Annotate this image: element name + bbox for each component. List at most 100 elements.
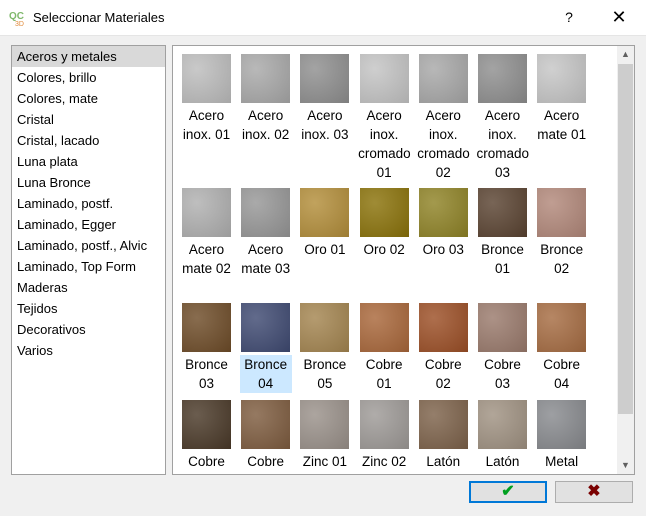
check-icon: ✔	[501, 483, 515, 500]
material-tile[interactable]: Cobre	[238, 396, 293, 471]
materials-panel: Acero inox. 01 Acero inox. 02 Acero inox. …	[172, 45, 635, 475]
app-logo-icon: QC 3D	[9, 11, 24, 27]
material-tile[interactable]: Cobre 04	[534, 299, 589, 393]
material-swatch	[359, 400, 409, 449]
material-label: Zinc 01	[302, 454, 348, 469]
material-label: Bronce 03	[185, 357, 228, 391]
material-swatch	[300, 54, 350, 103]
material-label: Acero inox. cromado 01	[358, 108, 411, 180]
material-tile[interactable]: Acero inox. cromado 02	[416, 50, 471, 182]
category-item[interactable]: Laminado, Top Form	[12, 256, 165, 277]
material-tile[interactable]: Acero mate 02	[179, 184, 234, 278]
material-tile[interactable]: Acero mate 01	[534, 50, 589, 144]
category-item[interactable]: Laminado, postf.	[12, 193, 165, 214]
material-swatch	[478, 54, 527, 103]
material-label: Bronce 05	[303, 357, 347, 391]
scroll-thumb[interactable]	[618, 64, 633, 414]
material-tile[interactable]: Cobre 02	[416, 299, 471, 393]
category-item[interactable]: Decorativos	[12, 319, 165, 340]
category-item[interactable]: Colores, mate	[12, 88, 165, 109]
material-label: Cobre	[188, 454, 225, 469]
category-item[interactable]: Varios	[12, 340, 165, 361]
scroll-up-icon[interactable]: ▲	[617, 46, 634, 63]
material-label: Oro 01	[304, 242, 346, 257]
material-tile[interactable]: Latón	[475, 396, 530, 471]
material-label: Cobre 04	[543, 357, 581, 391]
material-swatch	[418, 188, 468, 237]
material-tile[interactable]: Oro 01	[297, 184, 352, 259]
material-label: Bronce 01	[481, 242, 524, 276]
category-item[interactable]: Laminado, Egger	[12, 214, 165, 235]
material-tile[interactable]: Zinc 02	[357, 396, 412, 471]
material-tile[interactable]: Cobre 01	[357, 299, 412, 393]
material-label: Bronce 04	[239, 355, 292, 393]
material-swatch	[182, 54, 231, 103]
category-item[interactable]: Luna plata	[12, 151, 165, 172]
material-tile[interactable]: Metal	[534, 396, 589, 471]
material-tile[interactable]: Acero inox. cromado 01	[357, 50, 412, 182]
category-item[interactable]: Laminado, postf., Alvic	[12, 235, 165, 256]
vertical-scrollbar[interactable]: ▲ ▼	[617, 46, 634, 474]
material-label: Acero mate 03	[241, 242, 291, 276]
material-label: Acero inox. cromado 02	[417, 108, 470, 180]
material-swatch	[241, 188, 291, 237]
material-label: Cobre 01	[365, 357, 403, 391]
material-label: Zinc 02	[361, 454, 407, 469]
material-swatch	[300, 303, 350, 352]
material-label: Acero inox. 01	[182, 108, 231, 142]
category-item[interactable]: Luna Bronce	[12, 172, 165, 193]
material-label: Acero inox. 03	[301, 108, 349, 142]
category-list[interactable]: Aceros y metales Colores, brillo Colores, …	[11, 45, 166, 475]
material-swatch	[300, 188, 350, 237]
material-tile[interactable]: Acero inox. 01	[179, 50, 234, 144]
material-tile[interactable]: Latón	[416, 396, 471, 471]
material-swatch	[300, 400, 350, 449]
material-swatch	[241, 400, 291, 449]
category-item[interactable]: Cristal, lacado	[12, 130, 165, 151]
material-tile[interactable]: Cobre	[179, 396, 234, 471]
material-swatch	[478, 400, 527, 449]
material-tile[interactable]: Bronce 01	[475, 184, 530, 278]
material-swatch	[418, 400, 468, 449]
svg-text:3D: 3D	[15, 21, 24, 27]
material-label: Cobre	[247, 454, 285, 469]
material-swatch	[537, 303, 587, 352]
category-item[interactable]: Cristal	[12, 109, 165, 130]
material-tile[interactable]: Zinc 01	[297, 396, 352, 471]
window-title: Seleccionar Materiales	[33, 10, 165, 25]
material-tile[interactable]: Acero inox. 03	[297, 50, 352, 144]
material-swatch	[537, 400, 587, 449]
category-item[interactable]: Maderas	[12, 277, 165, 298]
material-swatch	[359, 54, 409, 103]
material-tile[interactable]: Bronce 05	[297, 299, 352, 393]
cancel-button[interactable]: ✖	[555, 481, 633, 503]
close-button[interactable]: ✕	[596, 0, 642, 36]
material-label: Bronce 02	[540, 242, 584, 276]
material-label: Acero mate 02	[182, 242, 231, 276]
material-tile[interactable]: Bronce 04	[238, 299, 293, 393]
material-tile[interactable]: Bronce 02	[534, 184, 589, 278]
material-tile[interactable]: Oro 02	[357, 184, 412, 259]
material-swatch	[241, 54, 291, 103]
material-tile[interactable]: Oro 03	[416, 184, 471, 259]
material-tile[interactable]: Acero mate 03	[238, 184, 293, 278]
scroll-down-icon[interactable]: ▼	[617, 457, 634, 474]
material-label: Oro 03	[422, 242, 464, 257]
category-item[interactable]: Tejidos	[12, 298, 165, 319]
material-tile[interactable]: Bronce 03	[179, 299, 234, 393]
material-swatch	[478, 303, 527, 352]
material-tile[interactable]: Cobre 03	[475, 299, 530, 393]
material-label: Oro 02	[363, 242, 405, 257]
material-swatch	[359, 188, 409, 237]
category-item[interactable]: Aceros y metales	[12, 46, 165, 67]
category-item[interactable]: Colores, brillo	[12, 67, 165, 88]
material-swatch	[182, 188, 231, 237]
ok-button[interactable]: ✔	[469, 481, 547, 503]
help-button[interactable]: ?	[546, 0, 592, 36]
material-swatch	[537, 54, 587, 103]
material-tile[interactable]: Acero inox. cromado 03	[475, 50, 530, 182]
material-label: Acero inox. cromado 03	[476, 108, 530, 180]
material-label: Cobre 02	[424, 357, 462, 391]
material-tile[interactable]: Acero inox. 02	[238, 50, 293, 144]
material-swatch	[478, 188, 527, 237]
